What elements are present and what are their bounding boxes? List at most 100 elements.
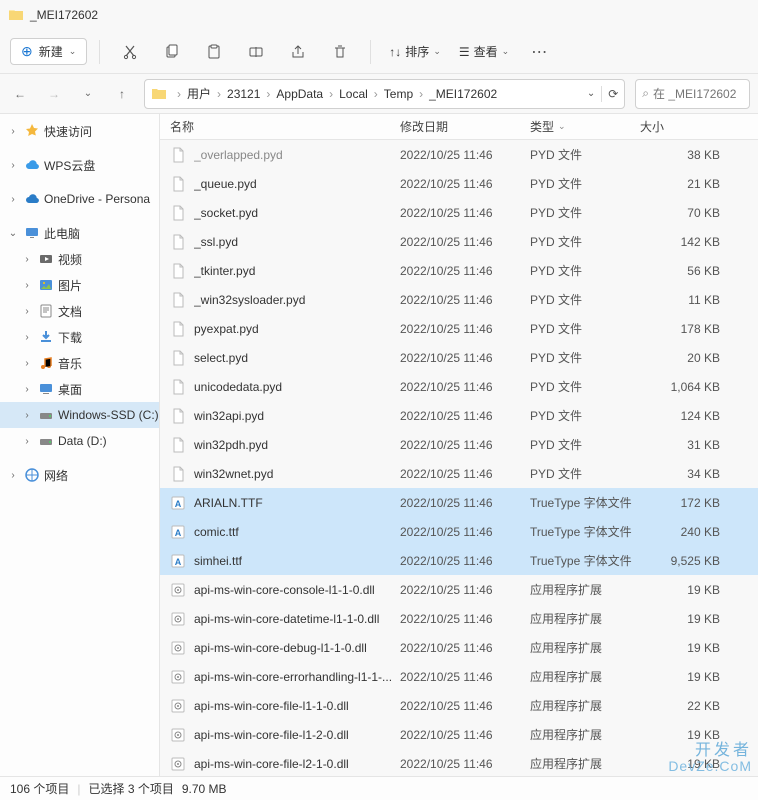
breadcrumb[interactable]: › 用户›23121›AppData›Local›Temp›_MEI172602… (144, 79, 625, 109)
file-size: 240 KB (640, 525, 740, 539)
file-name: _queue.pyd (194, 177, 400, 191)
breadcrumb-segment[interactable]: AppData (274, 87, 325, 101)
col-type-header[interactable]: 类型⌄ (530, 118, 640, 135)
col-size-header[interactable]: 大小 (640, 118, 740, 135)
file-size: 19 KB (640, 641, 740, 655)
file-row[interactable]: Asimhei.ttf2022/10/25 11:46TrueType 字体文件… (160, 546, 758, 575)
file-row[interactable]: api-ms-win-core-console-l1-1-0.dll2022/1… (160, 575, 758, 604)
refresh-button[interactable]: ⟳ (608, 87, 618, 101)
up-button[interactable]: ↑ (110, 82, 134, 106)
file-row[interactable]: pyexpat.pyd2022/10/25 11:46PYD 文件178 KB (160, 314, 758, 343)
recent-dropdown[interactable]: ⌄ (76, 82, 100, 106)
file-name: _tkinter.pyd (194, 264, 400, 278)
paste-button[interactable] (196, 36, 232, 68)
file-size: 178 KB (640, 322, 740, 336)
sidebar-item-onedrive[interactable]: ›OneDrive - Persona (0, 186, 159, 212)
file-row[interactable]: _queue.pyd2022/10/25 11:46PYD 文件21 KB (160, 169, 758, 198)
file-date: 2022/10/25 11:46 (400, 699, 530, 713)
sidebar-item-documents[interactable]: › 文档 (0, 298, 159, 324)
file-row[interactable]: win32api.pyd2022/10/25 11:46PYD 文件124 KB (160, 401, 758, 430)
share-button[interactable] (280, 36, 316, 68)
file-row[interactable]: _tkinter.pyd2022/10/25 11:46PYD 文件56 KB (160, 256, 758, 285)
file-row[interactable]: api-ms-win-core-debug-l1-1-0.dll2022/10/… (160, 633, 758, 662)
sidebar-item-quick-access[interactable]: ›快速访问 (0, 118, 159, 144)
new-button[interactable]: ⊕ 新建 ⌄ (10, 38, 87, 65)
sidebar-item-label: 此电脑 (44, 225, 80, 242)
status-size: 9.70 MB (182, 782, 227, 796)
file-row[interactable]: api-ms-win-core-file-l2-1-0.dll2022/10/2… (160, 749, 758, 776)
copy-button[interactable] (154, 36, 190, 68)
sidebar-item-desktop[interactable]: ›桌面 (0, 376, 159, 402)
column-headers: 名称 修改日期 类型⌄ 大小 (160, 114, 758, 140)
chevron-down-icon: ⌄ (6, 228, 20, 239)
sidebar-item-this-pc[interactable]: ⌄ 此电脑 (0, 220, 159, 246)
file-row[interactable]: api-ms-win-core-datetime-l1-1-0.dll2022/… (160, 604, 758, 633)
forward-button[interactable]: → (42, 82, 66, 106)
file-row[interactable]: api-ms-win-core-file-l1-2-0.dll2022/10/2… (160, 720, 758, 749)
file-name: api-ms-win-core-console-l1-1-0.dll (194, 583, 400, 597)
file-list[interactable]: _overlapped.pyd2022/10/25 11:46PYD 文件38 … (160, 140, 758, 776)
sidebar-item-drive-c[interactable]: ›Windows-SSD (C:) (0, 402, 159, 428)
breadcrumb-segment[interactable]: 23121 (225, 87, 262, 101)
file-type: PYD 文件 (530, 146, 640, 163)
search-box[interactable]: ⌕ (635, 79, 750, 109)
view-button[interactable]: ☰ 查看 ⌄ (453, 43, 515, 60)
breadcrumb-segment[interactable]: Temp (382, 87, 415, 101)
sidebar-item-pictures[interactable]: ›图片 (0, 272, 159, 298)
breadcrumb-segment[interactable]: 用户 (185, 87, 213, 101)
file-row[interactable]: Acomic.ttf2022/10/25 11:46TrueType 字体文件2… (160, 517, 758, 546)
file-name: unicodedata.pyd (194, 380, 400, 394)
sidebar-item-wps-cloud[interactable]: ›WPS云盘 (0, 152, 159, 178)
col-date-header[interactable]: 修改日期 (400, 118, 530, 135)
sort-label: 排序 (405, 43, 429, 60)
file-size: 124 KB (640, 409, 740, 423)
file-row[interactable]: win32pdh.pyd2022/10/25 11:46PYD 文件31 KB (160, 430, 758, 459)
sidebar-item-label: 视频 (58, 251, 82, 268)
sidebar-item-videos[interactable]: ›视频 (0, 246, 159, 272)
status-selected: 已选择 3 个项目 (88, 780, 173, 797)
file-size: 19 KB (640, 583, 740, 597)
file-type: 应用程序扩展 (530, 726, 640, 743)
file-row[interactable]: _ssl.pyd2022/10/25 11:46PYD 文件142 KB (160, 227, 758, 256)
file-row[interactable]: win32wnet.pyd2022/10/25 11:46PYD 文件34 KB (160, 459, 758, 488)
svg-text:A: A (175, 557, 182, 567)
file-size: 19 KB (640, 612, 740, 626)
file-row[interactable]: AARIALN.TTF2022/10/25 11:46TrueType 字体文件… (160, 488, 758, 517)
file-type: PYD 文件 (530, 320, 640, 337)
chevron-right-icon: › (20, 306, 34, 317)
sidebar-item-drive-d[interactable]: ›Data (D:) (0, 428, 159, 454)
chevron-down-icon[interactable]: ⌄ (587, 88, 595, 99)
col-name-header[interactable]: 名称 (170, 118, 400, 135)
address-bar: ← → ⌄ ↑ › 用户›23121›AppData›Local›Temp›_M… (0, 74, 758, 114)
file-size: 56 KB (640, 264, 740, 278)
sidebar-item-network[interactable]: ›网络 (0, 462, 159, 488)
file-type: 应用程序扩展 (530, 581, 640, 598)
file-name: _overlapped.pyd (194, 148, 400, 162)
sidebar-item-music[interactable]: ›音乐 (0, 350, 159, 376)
search-input[interactable] (653, 87, 743, 101)
file-type: PYD 文件 (530, 175, 640, 192)
file-row[interactable]: select.pyd2022/10/25 11:46PYD 文件20 KB (160, 343, 758, 372)
file-row[interactable]: unicodedata.pyd2022/10/25 11:46PYD 文件1,0… (160, 372, 758, 401)
cut-button[interactable] (112, 36, 148, 68)
file-row[interactable]: _overlapped.pyd2022/10/25 11:46PYD 文件38 … (160, 140, 758, 169)
file-date: 2022/10/25 11:46 (400, 467, 530, 481)
sidebar-item-label: 图片 (58, 277, 82, 294)
file-row[interactable]: _socket.pyd2022/10/25 11:46PYD 文件70 KB (160, 198, 758, 227)
file-row[interactable]: api-ms-win-core-errorhandling-l1-1-...20… (160, 662, 758, 691)
chevron-right-icon: › (370, 87, 382, 101)
delete-button[interactable] (322, 36, 358, 68)
breadcrumb-segment[interactable]: _MEI172602 (427, 87, 499, 101)
sidebar[interactable]: ›快速访问›WPS云盘›OneDrive - Persona⌄此电脑›视频›图片… (0, 114, 160, 776)
sidebar-item-label: 文档 (58, 303, 82, 320)
breadcrumb-segment[interactable]: Local (337, 87, 370, 101)
file-date: 2022/10/25 11:46 (400, 148, 530, 162)
folder-icon (8, 7, 24, 23)
more-button[interactable]: ⋯ (521, 36, 557, 68)
sort-button[interactable]: ↑↓ 排序 ⌄ (383, 43, 447, 60)
file-row[interactable]: api-ms-win-core-file-l1-1-0.dll2022/10/2… (160, 691, 758, 720)
back-button[interactable]: ← (8, 82, 32, 106)
rename-button[interactable] (238, 36, 274, 68)
sidebar-item-downloads[interactable]: ›下载 (0, 324, 159, 350)
file-row[interactable]: _win32sysloader.pyd2022/10/25 11:46PYD 文… (160, 285, 758, 314)
